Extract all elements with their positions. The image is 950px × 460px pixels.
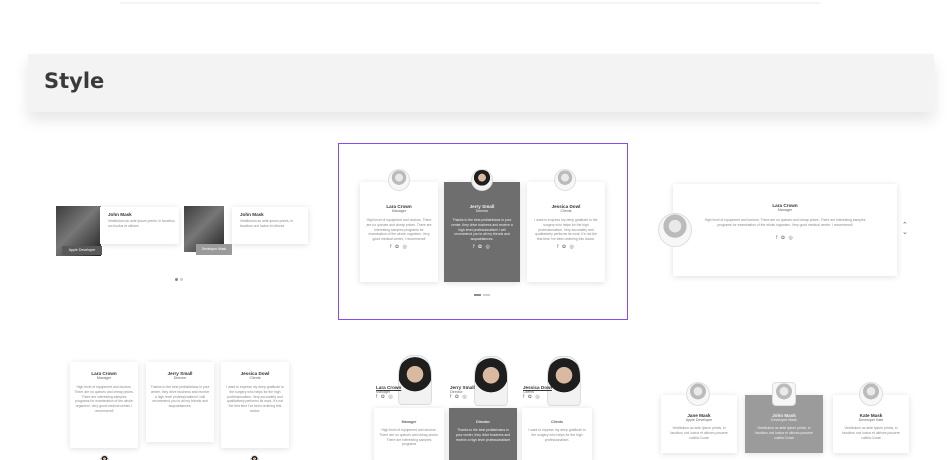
carousel-dot[interactable] [175,278,178,281]
avatar [658,213,692,247]
photo-caption: Apple Developer [62,246,102,255]
testimonial-text: Vestibulum ac ante ipsum primis, in fauc… [842,426,900,440]
top-edge-line [120,2,820,4]
testimonial-card: Manager High level of equipment and doct… [374,408,444,460]
social-icons[interactable]: f ✿ ◎ [527,244,605,250]
testimonial-text: Vestibulum ac ante ipsum primis, in fauc… [240,219,294,228]
testimonial-text: Vestibulum ac ante ipsum primis, in fauc… [108,219,175,228]
avatar [471,169,493,191]
testimonial-card-active: Jerry Small Director Thanks to the best … [444,182,520,282]
chevron-up-icon[interactable]: ⌃ [902,222,908,229]
testimonial-card-active: Director Thanks to the best pediatrician… [449,408,517,460]
testimonial-text: Thanks to the best pediatricians in your… [150,385,210,409]
testimonial-name: John Mask [240,212,264,217]
testimonial-card: Lara Crown Manager High level of equipme… [360,182,438,282]
testimonial-card: Jessica Dowl Clients I want to express m… [527,182,605,282]
testimonial-card: Jerry Small Director Thanks to the best … [146,362,214,442]
photo-caption: Developer Mask [196,244,232,255]
carousel-arrows[interactable]: ⌃ ⌄ [902,222,908,236]
pager-dot[interactable] [483,294,490,296]
section-title: Style [44,69,105,93]
carousel-dots[interactable] [174,268,184,286]
testimonial-name: John Mask [108,212,132,217]
carousel-pager[interactable] [474,294,490,296]
testimonial-text: High level of equipment and doctors. The… [74,385,134,413]
person-label: Lara Crown Manager f ✿ ◎ [376,385,416,400]
testimonial-text: I want to express my deep gratitude to t… [534,218,598,242]
person-label: Jessica Dowl Clients f ✿ ◎ [523,385,563,400]
testimonial-card: Lara Crown Manager High level of equipme… [673,184,897,276]
testimonial-text: High level of equipment and doctors. The… [704,218,866,227]
social-icons[interactable]: f ✿ ◎ [376,394,416,400]
page: Style John Mask Vestibulum ac ante ipsum… [0,0,950,460]
testimonial-card: Clients I want to express my deep gratit… [522,408,592,460]
testimonial-text: Thanks to the best pediatricians in your… [451,218,513,242]
chevron-down-icon[interactable]: ⌄ [902,229,908,236]
avatar [100,455,109,460]
avatar [686,382,710,406]
social-icons[interactable]: f ✿ ◎ [444,244,520,250]
testimonial-text: High level of equipment and doctors. The… [379,428,439,447]
testimonial-text: Vestibulum ac ante ipsum primis, in fauc… [670,426,728,440]
avatar [772,382,796,406]
social-icons[interactable]: f ✿ ◎ [450,394,490,400]
testimonial-text: Vestibulum ac ante ipsum primis, in fauc… [755,426,813,440]
pager-dot[interactable] [474,294,481,296]
testimonial-text: I want to express my deep gratitude to t… [226,385,284,413]
testimonial-text: I want to express my deep gratitude to t… [528,428,586,442]
carousel-dot[interactable] [180,278,183,281]
avatar [859,382,883,406]
social-icons[interactable]: f ✿ ◎ [360,244,438,250]
testimonial-text: Thanks to the best pediatricians in your… [455,428,511,442]
social-icons[interactable]: f ✿ ◎ [673,235,897,241]
testimonial-text: High level of equipment and doctors. The… [366,218,432,242]
social-icons[interactable]: f ✿ ◎ [523,394,563,400]
testimonial-card: John Mask Vestibulum ac ante ipsum primi… [100,207,179,244]
avatar [250,455,259,460]
avatar [554,169,576,191]
testimonial-card: Jessica Dowl Clients I want to express m… [221,362,289,448]
section-header: Style [28,54,934,112]
testimonial-card: Lara Crown Manager High level of equipme… [70,362,138,448]
avatar [388,169,410,191]
testimonial-card: John Mask Vestibulum ac ante ipsum primi… [232,207,308,244]
person-label: Jerry Small Director f ✿ ◎ [450,385,490,400]
